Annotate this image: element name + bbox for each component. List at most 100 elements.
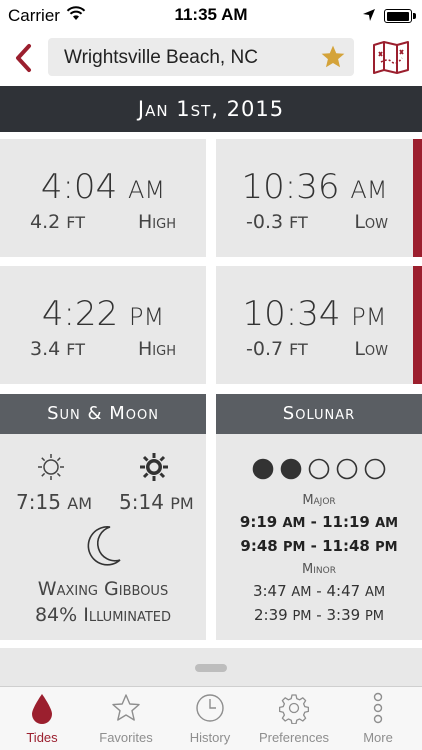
solunar-panel: Major 9:19 AM - 11:19 AM 9:48 PM - 11:48… bbox=[216, 434, 422, 640]
period-end: 4:47 bbox=[326, 582, 361, 600]
tide-height: -0.7 FT bbox=[246, 338, 308, 360]
tab-label: More bbox=[363, 730, 393, 745]
period-end: 11:48 bbox=[322, 537, 370, 555]
tide-kind: High bbox=[138, 338, 176, 360]
tide-height: 4.2 FT bbox=[30, 211, 85, 233]
solunar-rating bbox=[252, 457, 386, 481]
rating-dot-empty bbox=[308, 458, 330, 480]
rating-dots bbox=[252, 458, 386, 480]
gear-icon bbox=[278, 692, 310, 725]
moon-illumination: 84% Illuminated bbox=[34, 604, 172, 626]
tide-height-value: -0.3 bbox=[246, 211, 284, 233]
tide-kind: Low bbox=[354, 338, 388, 360]
tide-ampm: AM bbox=[350, 176, 388, 204]
location-field[interactable]: Wrightsville Beach, NC bbox=[48, 38, 354, 76]
period-start: 9:19 bbox=[239, 513, 278, 531]
tab-label: Favorites bbox=[99, 730, 153, 745]
tide-ampm: PM bbox=[128, 303, 165, 331]
period-start-ampm: AM bbox=[282, 516, 306, 531]
date-banner[interactable]: Jan 1st, 2015 bbox=[0, 86, 422, 132]
back-button[interactable] bbox=[10, 42, 38, 74]
period-end-ampm: PM bbox=[364, 609, 384, 624]
tide-time-value: 4:22 bbox=[41, 294, 119, 334]
location-name: Wrightsville Beach, NC bbox=[64, 47, 258, 68]
tab-more[interactable]: More bbox=[336, 687, 420, 750]
tab-label: Tides bbox=[26, 730, 58, 745]
period-end-ampm: AM bbox=[375, 516, 399, 531]
more-dots-icon bbox=[363, 692, 393, 724]
sun-moon-panel: 7:15 AM 5:14 PM Waxing Gibbous 84% Illum… bbox=[0, 434, 206, 640]
period-start-ampm: PM bbox=[292, 609, 312, 624]
tide-height-value: 4.2 bbox=[30, 211, 61, 233]
map-icon bbox=[373, 41, 409, 74]
sunrise-icon bbox=[36, 452, 66, 487]
tide-ampm: PM bbox=[351, 303, 387, 331]
status-bar: Carrier 11:35 AM bbox=[0, 0, 422, 32]
low-tide-marker bbox=[413, 266, 422, 384]
sunrise-time: 7:15 AM bbox=[16, 490, 92, 514]
star-icon bbox=[111, 692, 141, 724]
rating-dot-empty bbox=[364, 458, 386, 480]
status-time: 11:35 AM bbox=[174, 5, 248, 24]
drawer-handle[interactable] bbox=[195, 664, 227, 672]
sunrise-time-value: 7:15 bbox=[16, 490, 61, 514]
tide-height-unit: FT bbox=[66, 213, 85, 232]
chevron-left-icon bbox=[16, 44, 31, 72]
solunar-header: Solunar bbox=[216, 394, 422, 434]
tide-time: 10:36 AM bbox=[216, 167, 422, 207]
tide-height-value: 3.4 bbox=[30, 338, 61, 360]
tab-history[interactable]: History bbox=[168, 687, 252, 750]
sunset-time: 5:14 PM bbox=[119, 490, 194, 514]
period-end: 3:39 bbox=[326, 606, 361, 624]
moon-icon bbox=[84, 524, 124, 573]
major-period: 9:19 AM - 11:19 AM bbox=[239, 513, 399, 531]
tab-bar: Tides Favorites History Preferences More bbox=[0, 686, 422, 750]
rating-dot-filled bbox=[280, 458, 302, 480]
tide-card: 4:22 PM 3.4 FT High bbox=[0, 266, 206, 384]
tide-card: 4:04 AM 4.2 FT High bbox=[0, 139, 206, 257]
favorite-star-icon[interactable] bbox=[320, 44, 346, 75]
tide-time-value: 4:04 bbox=[40, 167, 118, 207]
minor-period: 3:47 AM - 4:47 AM bbox=[252, 582, 386, 600]
period-start: 3:47 bbox=[252, 582, 287, 600]
tide-card: 10:36 AM -0.3 FT Low bbox=[216, 139, 422, 257]
period-start: 9:48 bbox=[240, 537, 278, 555]
tide-time: 4:22 PM bbox=[0, 294, 206, 334]
sunset-icon bbox=[139, 452, 169, 487]
sun-moon-header: Sun & Moon bbox=[0, 394, 206, 434]
rating-dot-filled bbox=[252, 458, 274, 480]
period-start: 2:39 bbox=[253, 606, 288, 624]
nav-bar: Wrightsville Beach, NC bbox=[0, 32, 422, 84]
tide-kind: High bbox=[138, 211, 176, 233]
sunrise-ampm: AM bbox=[67, 494, 93, 513]
minor-period: 2:39 PM - 3:39 PM bbox=[253, 606, 384, 624]
major-label: Major bbox=[302, 493, 336, 508]
tide-chart-drawer[interactable] bbox=[0, 648, 422, 686]
battery-icon bbox=[384, 9, 416, 23]
tide-height: 3.4 FT bbox=[30, 338, 85, 360]
tide-height-unit: FT bbox=[289, 213, 308, 232]
tide-card: 10:34 PM -0.7 FT Low bbox=[216, 266, 422, 384]
tab-label: Preferences bbox=[258, 730, 330, 745]
tide-height: -0.3 FT bbox=[246, 211, 308, 233]
tide-time: 10:34 PM bbox=[216, 294, 422, 334]
period-start-ampm: AM bbox=[291, 585, 312, 600]
location-arrow-icon bbox=[362, 8, 376, 27]
tide-time-value: 10:34 bbox=[242, 294, 341, 334]
tide-height-unit: FT bbox=[66, 340, 85, 359]
tab-favorites[interactable]: Favorites bbox=[84, 687, 168, 750]
period-end: 11:19 bbox=[322, 513, 370, 531]
sunset-ampm: PM bbox=[170, 494, 194, 513]
map-button[interactable] bbox=[372, 40, 410, 79]
period-end-ampm: PM bbox=[375, 540, 398, 555]
major-period: 9:48 PM - 11:48 PM bbox=[240, 537, 398, 555]
tide-height-unit: FT bbox=[289, 340, 308, 359]
tab-preferences[interactable]: Preferences bbox=[252, 687, 336, 750]
tide-ampm: AM bbox=[128, 176, 166, 204]
tide-kind: Low bbox=[354, 211, 388, 233]
clock-icon bbox=[195, 692, 225, 724]
tide-height-value: -0.7 bbox=[246, 338, 284, 360]
tab-tides[interactable]: Tides bbox=[0, 687, 84, 750]
tide-time: 4:04 AM bbox=[0, 167, 206, 207]
moon-phase: Waxing Gibbous bbox=[37, 578, 169, 600]
